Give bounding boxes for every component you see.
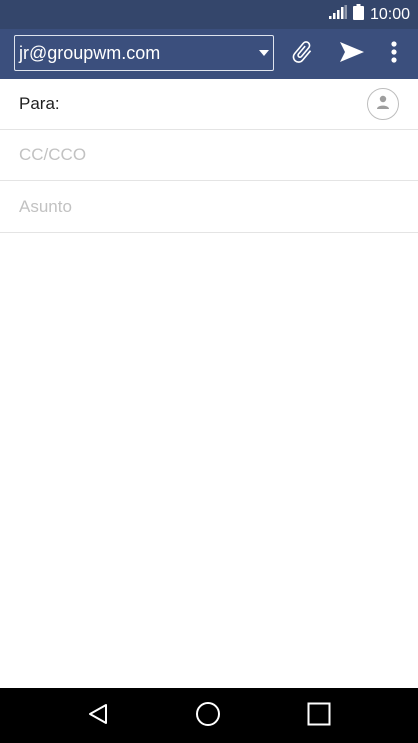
subject-field[interactable]: Asunto [0, 182, 418, 233]
add-contact-button[interactable] [367, 88, 399, 120]
signal-icon [328, 5, 347, 24]
back-button[interactable] [78, 698, 118, 734]
account-selector[interactable]: jr@groupwm.com [14, 35, 274, 71]
send-icon [338, 40, 366, 69]
to-field[interactable]: Para: [0, 79, 418, 130]
cc-bcc-field[interactable]: CC/CCO [0, 130, 418, 181]
recents-icon [307, 702, 331, 731]
subject-placeholder: Asunto [19, 197, 72, 216]
home-icon [195, 701, 221, 732]
chevron-down-icon [259, 50, 269, 56]
more-options-button[interactable] [382, 35, 406, 73]
status-clock: 10:00 [369, 6, 410, 23]
message-body[interactable] [0, 233, 418, 688]
compose-app-bar: jr@groupwm.com [0, 29, 418, 79]
more-vert-icon [391, 40, 397, 68]
cc-bcc-placeholder: CC/CCO [19, 145, 87, 164]
home-button[interactable] [188, 698, 228, 734]
person-icon [375, 94, 391, 115]
recents-button[interactable] [299, 698, 339, 734]
account-value: jr@groupwm.com [19, 42, 161, 63]
navigation-bar [0, 688, 418, 743]
battery-icon [352, 4, 364, 25]
paperclip-icon [289, 39, 315, 70]
attach-button[interactable] [286, 35, 318, 73]
to-label: Para: [19, 94, 60, 113]
send-button[interactable] [336, 35, 368, 73]
status-icons: 10:00 [328, 0, 410, 29]
status-bar: 10:00 [0, 0, 418, 29]
back-icon [86, 702, 110, 731]
